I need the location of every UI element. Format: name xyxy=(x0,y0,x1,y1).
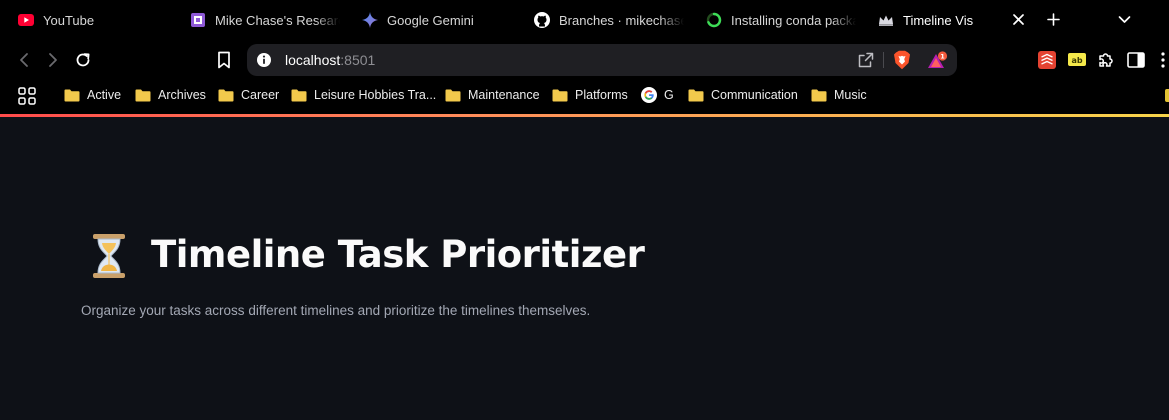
bookmark-label: Archives xyxy=(158,88,206,102)
bookmark-career[interactable]: Career xyxy=(218,80,279,110)
bookmark-leisure-hobbies[interactable]: Leisure Hobbies Tra... xyxy=(291,80,436,110)
tab-search-chevron-icon[interactable] xyxy=(1115,10,1133,28)
bookmark-page-icon[interactable] xyxy=(213,49,235,71)
bookmark-label: Music xyxy=(834,88,867,102)
bookmark-overflow-folder-icon[interactable] xyxy=(1165,89,1169,102)
site-info-icon[interactable] xyxy=(255,51,273,69)
tab-conda[interactable]: Installing conda packag xyxy=(706,0,856,40)
bookmark-google[interactable]: G xyxy=(641,80,674,110)
streamlit-crown-icon xyxy=(878,12,894,28)
research-icon xyxy=(190,12,206,28)
hourglass-icon xyxy=(90,233,128,279)
brave-shields-icon[interactable] xyxy=(893,50,911,70)
bookmark-platforms[interactable]: Platforms xyxy=(552,80,628,110)
tab-title: Google Gemini xyxy=(387,12,474,28)
tab-title: Timeline Vis xyxy=(903,12,974,28)
bookmark-label: G xyxy=(664,88,674,102)
bookmark-label: Maintenance xyxy=(468,88,540,102)
rewards-badge-count: 1 xyxy=(940,52,945,60)
tab-title: Mike Chase's Research xyxy=(215,12,340,28)
bookmark-communication[interactable]: Communication xyxy=(688,80,798,110)
bookmark-label: Career xyxy=(241,88,280,102)
bookmark-label: Active xyxy=(87,88,122,102)
folder-icon xyxy=(811,89,827,101)
url-port: :8501 xyxy=(340,52,376,68)
tab-github[interactable]: Branches · mikechase3/ xyxy=(534,0,684,40)
tab-title: Installing conda packag xyxy=(731,12,856,28)
youtube-icon xyxy=(18,12,34,28)
bookmark-active[interactable]: Active xyxy=(64,80,121,110)
folder-icon xyxy=(552,89,568,101)
bookmark-label: Leisure Hobbies Tra... xyxy=(314,88,437,102)
bookmark-maintenance[interactable]: Maintenance xyxy=(445,80,540,110)
address-bar-divider xyxy=(883,52,884,68)
menu-kebab-icon[interactable] xyxy=(1154,51,1169,69)
bookmark-music[interactable]: Music xyxy=(811,80,867,110)
page-title: Timeline Task Prioritizer xyxy=(151,233,645,276)
address-bar[interactable]: localhost:8501 1 xyxy=(247,44,957,76)
apps-grid-icon[interactable] xyxy=(18,87,36,105)
github-icon xyxy=(534,12,550,28)
tab-title: YouTube xyxy=(43,12,95,28)
bookmarks-bar: Active Archives Career Leisure Hobbies T… xyxy=(0,80,1169,114)
app-main: Timeline Task Prioritizer Organize your … xyxy=(0,117,1169,420)
tab-title: Branches · mikechase3/ xyxy=(559,12,684,28)
forward-icon[interactable] xyxy=(42,49,64,71)
share-icon[interactable] xyxy=(857,51,875,69)
brave-rewards-icon[interactable]: 1 xyxy=(927,51,948,71)
gemini-icon xyxy=(362,12,378,28)
svg-text:ab: ab xyxy=(1071,56,1082,65)
todoist-icon[interactable] xyxy=(1038,51,1056,69)
tab-timeline-vis[interactable]: Timeline Vis xyxy=(878,0,988,40)
url-host: localhost xyxy=(285,52,341,68)
folder-icon xyxy=(135,89,151,101)
tab-research[interactable]: Mike Chase's Research xyxy=(190,0,340,40)
new-tab-icon[interactable] xyxy=(1044,10,1062,28)
folder-icon xyxy=(688,89,704,101)
close-tab-icon[interactable] xyxy=(1009,10,1027,28)
folder-icon xyxy=(445,89,461,101)
folder-icon xyxy=(218,89,234,101)
folder-icon xyxy=(291,89,307,101)
tab-strip: YouTube Mike Chase's Research Google Gem… xyxy=(0,0,1169,40)
google-icon xyxy=(641,87,657,103)
url-text[interactable]: localhost:8501 xyxy=(285,52,375,68)
tab-gemini[interactable]: Google Gemini xyxy=(362,0,512,40)
extension-highlighter-icon[interactable]: ab xyxy=(1068,51,1086,69)
reload-icon[interactable] xyxy=(72,49,94,71)
extensions-puzzle-icon[interactable] xyxy=(1097,51,1115,69)
back-icon[interactable] xyxy=(13,49,35,71)
bookmark-label: Platforms xyxy=(575,88,628,102)
bookmark-archives[interactable]: Archives xyxy=(135,80,206,110)
sidebar-toggle-icon[interactable] xyxy=(1127,51,1145,69)
browser-toolbar: localhost:8501 1 ab xyxy=(0,40,1169,80)
bookmark-label: Communication xyxy=(711,88,798,102)
tab-youtube[interactable]: YouTube xyxy=(18,0,168,40)
folder-icon xyxy=(64,89,80,101)
loading-spinner-icon xyxy=(706,12,722,28)
page-subtitle: Organize your tasks across different tim… xyxy=(81,303,591,318)
